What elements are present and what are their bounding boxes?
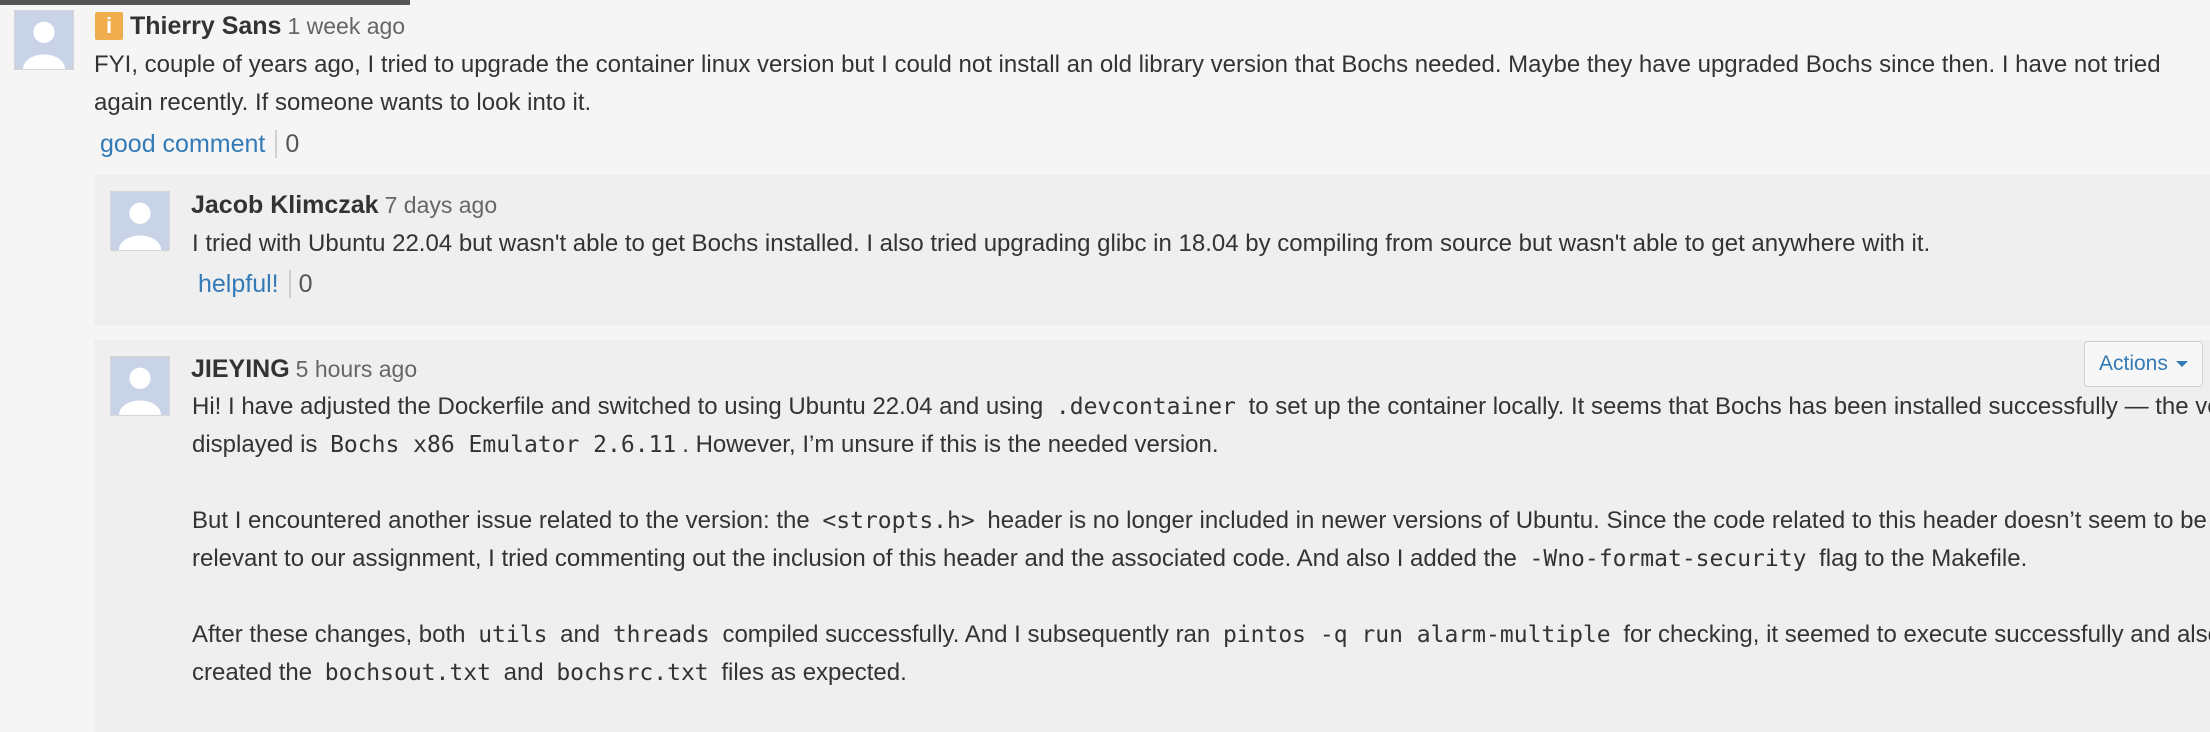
default-avatar-icon: [111, 192, 169, 250]
avatar[interactable]: [110, 191, 170, 251]
inline-code: Bochs x86 Emulator 2.6.11: [330, 432, 677, 458]
paragraph-2: But I encountered another issue related …: [192, 502, 2210, 578]
good-comment-button[interactable]: good comment: [100, 130, 278, 158]
comment-header: Thierry Sans 1 week ago: [130, 11, 405, 42]
vote-count: 0: [298, 270, 313, 298]
paragraph-1: Hi! I have adjusted the Dockerfile and s…: [192, 388, 2210, 464]
text-span: After these changes, both: [192, 621, 466, 648]
default-avatar-icon: [111, 357, 169, 415]
text-span: and: [560, 621, 601, 648]
comment-thierry: i Thierry Sans 1 week ago FYI, couple of …: [0, 0, 2210, 170]
comment-body: I tried with Ubuntu 22.04 but wasn't abl…: [192, 225, 2192, 263]
author-name[interactable]: Jacob Klimczak: [191, 191, 379, 219]
inline-code: bochsout.txt: [324, 660, 491, 686]
paragraph-3: After these changes, both utils and thre…: [192, 616, 2210, 692]
inline-code: bochsrc.txt: [556, 660, 709, 686]
comment-header: JIEYING 5 hours ago: [191, 354, 417, 385]
text-span: files as expected.: [721, 659, 907, 686]
comment-text: FYI, couple of years ago, I tried to upg…: [94, 51, 2161, 116]
comment-body: Hi! I have adjusted the Dockerfile and s…: [192, 388, 2210, 692]
text-span: and: [503, 659, 544, 686]
vote-control: good comment 0: [100, 125, 299, 163]
avatar[interactable]: [14, 10, 74, 70]
text-span: . However, I’m unsure if this is the nee…: [682, 431, 1219, 458]
timestamp: 1 week ago: [287, 13, 406, 39]
vote-count: 0: [285, 130, 300, 158]
instructor-badge-icon: i: [95, 12, 123, 40]
inline-code: .devcontainer: [1055, 394, 1236, 420]
actions-dropdown-button[interactable]: Actions: [2084, 341, 2203, 387]
reply-jieying: JIEYING 5 hours ago Actions Hi! I have ad…: [94, 340, 2210, 732]
inline-code: -Wno-format-security: [1529, 546, 1807, 572]
vote-control: helpful! 0: [198, 265, 313, 303]
comment-text: I tried with Ubuntu 22.04 but wasn't abl…: [192, 230, 1931, 257]
comment-body: FYI, couple of years ago, I tried to upg…: [94, 46, 2194, 122]
author-name[interactable]: Thierry Sans: [130, 12, 281, 40]
avatar[interactable]: [110, 356, 170, 416]
text-span: But I encountered another issue related …: [192, 507, 810, 534]
comment-header: Jacob Klimczak 7 days ago: [191, 190, 497, 221]
timestamp: 5 hours ago: [295, 356, 418, 382]
actions-label: Actions: [2099, 352, 2168, 375]
text-span: flag to the Makefile.: [1819, 545, 2028, 572]
text-span: compiled successfully. And I subsequentl…: [722, 621, 1211, 648]
reply-jacob: Jacob Klimczak 7 days ago I tried with Ub…: [94, 175, 2210, 325]
inline-code: <stropts.h>: [822, 508, 975, 534]
timestamp: 7 days ago: [384, 192, 498, 218]
helpful-button[interactable]: helpful!: [198, 270, 291, 298]
inline-code: pintos -q run alarm-multiple: [1222, 622, 1611, 648]
inline-code: utils: [478, 622, 548, 648]
chevron-down-icon: [2175, 361, 2188, 368]
inline-code: threads: [612, 622, 710, 648]
text-span: Hi! I have adjusted the Dockerfile and s…: [192, 393, 1044, 420]
author-name[interactable]: JIEYING: [191, 355, 290, 383]
default-avatar-icon: [15, 11, 73, 69]
